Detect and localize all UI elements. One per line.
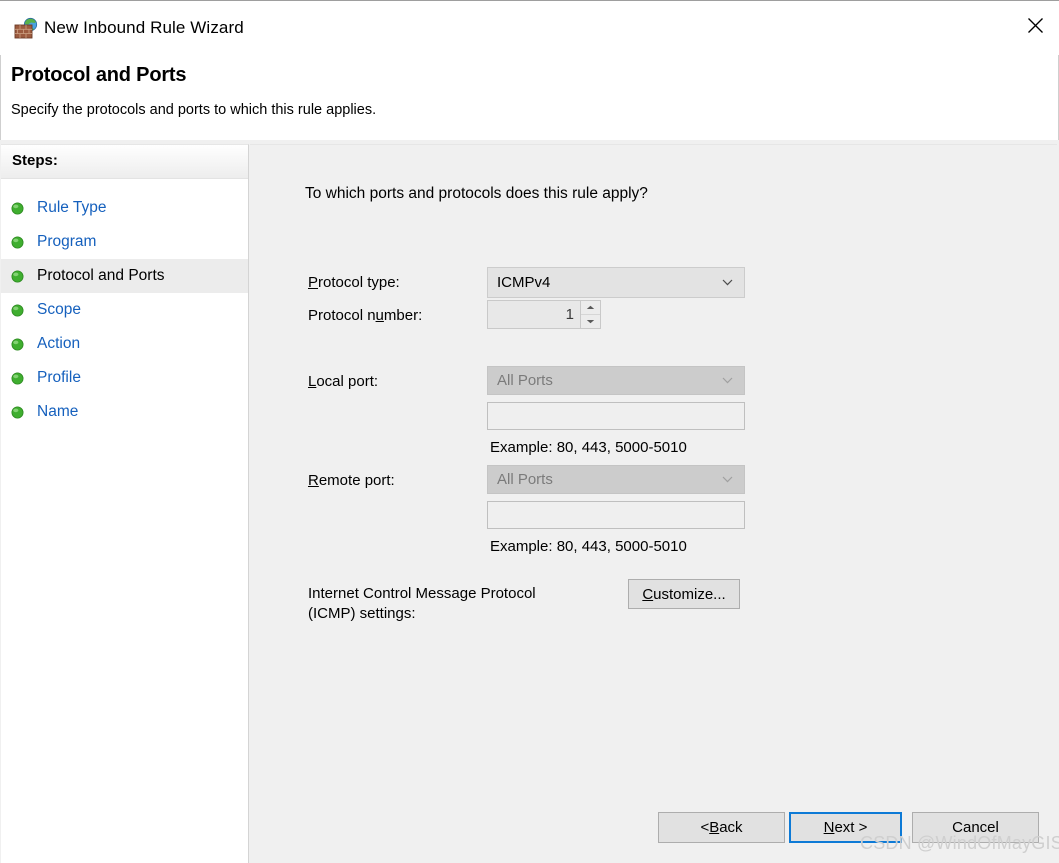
green-orb-icon	[11, 338, 24, 351]
page-header: Protocol and Ports Specify the protocols…	[0, 55, 1059, 140]
page-title: Protocol and Ports	[11, 64, 187, 86]
sidebar-item-label: Rule Type	[37, 199, 107, 216]
remote-port-value: All Ports	[497, 471, 553, 488]
protocol-number-label: Protocol number:	[308, 307, 423, 324]
stepper-buttons[interactable]	[580, 301, 600, 328]
sidebar-item-label: Profile	[37, 369, 81, 386]
local-port-hint: Example: 80, 443, 5000-5010	[490, 439, 687, 456]
green-orb-icon	[11, 406, 24, 419]
local-port-dropdown[interactable]: All Ports	[487, 366, 745, 395]
sidebar-item-name[interactable]: Name	[1, 395, 248, 429]
remote-port-label: Remote port:	[308, 472, 395, 489]
title-bar: New Inbound Rule Wizard	[0, 0, 1059, 56]
chevron-down-icon	[716, 377, 744, 384]
content-pane: To which ports and protocols does this r…	[250, 144, 1057, 863]
protocol-number-value: 1	[565, 306, 574, 323]
sidebar-item-protocol-and-ports[interactable]: Protocol and Ports	[1, 259, 248, 293]
stepper-down-icon[interactable]	[581, 315, 600, 328]
chevron-down-icon	[716, 279, 744, 286]
sidebar-item-label: Name	[37, 403, 79, 420]
firewall-brick-globe-icon	[12, 17, 38, 43]
sidebar-item-label: Action	[37, 335, 81, 352]
sidebar-item-scope[interactable]: Scope	[1, 293, 248, 327]
protocol-type-label: Protocol type:	[308, 274, 400, 291]
customize-button[interactable]: Customize...	[628, 579, 740, 609]
local-port-input[interactable]	[487, 402, 745, 430]
sidebar-item-rule-type[interactable]: Rule Type	[1, 191, 248, 225]
window-title: New Inbound Rule Wizard	[44, 18, 244, 37]
content-question: To which ports and protocols does this r…	[305, 185, 648, 202]
page-subtitle: Specify the protocols and ports to which…	[11, 102, 377, 118]
steps-header: Steps:	[1, 145, 248, 179]
protocol-number-stepper[interactable]: 1	[487, 300, 601, 329]
sidebar-item-label: Scope	[37, 301, 81, 318]
sidebar-item-profile[interactable]: Profile	[1, 361, 248, 395]
green-orb-icon	[11, 202, 24, 215]
steps-list: Rule Type Program Protocol and Ports Sco…	[1, 179, 248, 429]
stepper-up-icon[interactable]	[581, 301, 600, 315]
chevron-down-icon	[716, 476, 744, 483]
protocol-type-value: ICMPv4	[497, 274, 551, 291]
icmp-settings-label: Internet Control Message Protocol (ICMP)…	[308, 585, 536, 622]
green-orb-icon	[11, 270, 24, 283]
local-port-value: All Ports	[497, 372, 553, 389]
steps-sidebar: Steps: Rule Type Program Protocol and Po…	[1, 144, 249, 863]
remote-port-hint: Example: 80, 443, 5000-5010	[490, 538, 687, 555]
remote-port-dropdown[interactable]: All Ports	[487, 465, 745, 494]
close-icon[interactable]	[1011, 2, 1059, 48]
wizard-body: Steps: Rule Type Program Protocol and Po…	[0, 140, 1059, 863]
sidebar-item-program[interactable]: Program	[1, 225, 248, 259]
sidebar-item-action[interactable]: Action	[1, 327, 248, 361]
protocol-type-dropdown[interactable]: ICMPv4	[487, 267, 745, 298]
local-port-label: Local port:	[308, 373, 379, 390]
watermark: CSDN @WindOfMayGIS	[860, 833, 1059, 853]
green-orb-icon	[11, 304, 24, 317]
green-orb-icon	[11, 236, 24, 249]
green-orb-icon	[11, 372, 24, 385]
remote-port-input[interactable]	[487, 501, 745, 529]
back-button[interactable]: < Back	[658, 812, 785, 843]
sidebar-item-label: Protocol and Ports	[37, 267, 165, 284]
sidebar-item-label: Program	[37, 233, 97, 250]
steps-heading: Steps:	[12, 152, 58, 169]
